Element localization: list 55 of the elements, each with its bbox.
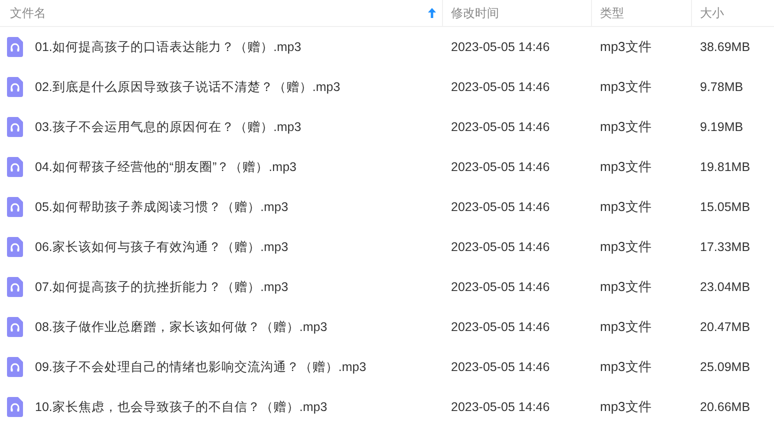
file-size: 20.47MB: [700, 320, 750, 334]
file-name[interactable]: 08.孩子做作业总磨蹭，家长该如何做？（赠）.mp3: [35, 318, 328, 336]
headphones-file-icon: [7, 117, 23, 137]
headphones-file-icon: [7, 317, 23, 337]
file-type: mp3文件: [600, 39, 652, 54]
file-type: mp3文件: [600, 399, 652, 414]
file-size: 15.05MB: [700, 200, 750, 214]
headphones-file-icon: [7, 397, 23, 417]
headphones-file-icon: [7, 237, 23, 257]
file-name[interactable]: 07.如何提高孩子的抗挫折能力？（赠）.mp3: [35, 278, 288, 296]
file-type: mp3文件: [600, 239, 652, 254]
modified-time: 2023-05-05 14:46: [451, 240, 550, 254]
modified-time: 2023-05-05 14:46: [451, 360, 550, 374]
modified-time: 2023-05-05 14:46: [451, 280, 550, 294]
file-size: 25.09MB: [700, 360, 750, 374]
column-header[interactable]: 修改时间: [451, 4, 499, 22]
modified-time: 2023-05-05 14:46: [451, 40, 550, 54]
file-size: 9.78MB: [700, 80, 744, 94]
file-size: 38.69MB: [700, 40, 750, 54]
headphones-file-icon: [7, 157, 23, 177]
file-size: 19.81MB: [700, 160, 750, 174]
file-size: 23.04MB: [700, 280, 750, 294]
file-size: 20.66MB: [700, 400, 750, 414]
column-header[interactable]: 大小: [700, 4, 724, 22]
file-name[interactable]: 06.家长该如何与孩子有效沟通？（赠）.mp3: [35, 238, 288, 256]
file-type: mp3文件: [600, 79, 652, 94]
column-header[interactable]: 类型: [600, 4, 624, 22]
headphones-file-icon: [7, 77, 23, 97]
modified-time: 2023-05-05 14:46: [451, 400, 550, 414]
file-type: mp3文件: [600, 279, 652, 294]
sort-arrow-icon[interactable]: [428, 8, 436, 18]
headphones-file-icon: [7, 277, 23, 297]
file-name[interactable]: 05.如何帮助孩子养成阅读习惯？（赠）.mp3: [35, 198, 288, 216]
modified-time: 2023-05-05 14:46: [451, 120, 550, 134]
modified-time: 2023-05-05 14:46: [451, 320, 550, 334]
headphones-file-icon: [7, 197, 23, 217]
modified-time: 2023-05-05 14:46: [451, 200, 550, 214]
modified-time: 2023-05-05 14:46: [451, 160, 550, 174]
file-type: mp3文件: [600, 159, 652, 174]
file-name[interactable]: 09.孩子不会处理自己的情绪也影响交流沟通？（赠）.mp3: [35, 358, 366, 376]
headphones-file-icon: [7, 357, 23, 377]
modified-time: 2023-05-05 14:46: [451, 80, 550, 94]
file-type: mp3文件: [600, 319, 652, 334]
file-name[interactable]: 02.到底是什么原因导致孩子说话不清楚？（赠）.mp3: [35, 78, 340, 96]
file-name[interactable]: 04.如何帮孩子经营他的“朋友圈”？（赠）.mp3: [35, 158, 296, 176]
file-name[interactable]: 10.家长焦虑，也会导致孩子的不自信？（赠）.mp3: [35, 398, 328, 416]
file-size: 17.33MB: [700, 240, 750, 254]
file-type: mp3文件: [600, 119, 652, 134]
headphones-file-icon: [7, 37, 23, 57]
column-header[interactable]: 文件名: [10, 4, 46, 22]
file-name[interactable]: 01.如何提高孩子的口语表达能力？（赠）.mp3: [35, 38, 302, 56]
file-name[interactable]: 03.孩子不会运用气息的原因何在？（赠）.mp3: [35, 118, 302, 136]
file-size: 9.19MB: [700, 120, 744, 134]
file-type: mp3文件: [600, 359, 652, 374]
file-type: mp3文件: [600, 199, 652, 214]
